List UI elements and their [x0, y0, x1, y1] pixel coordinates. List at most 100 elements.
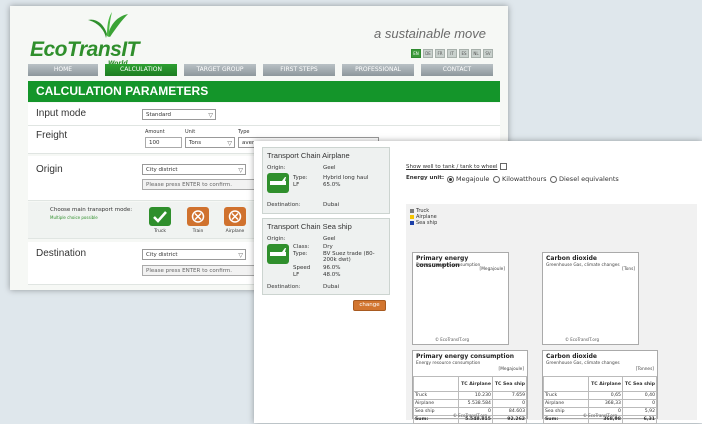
origin-field-value: Geel — [323, 236, 336, 242]
chain-ship-panel: Transport Chain Sea ship Origin: Geel Cl… — [262, 218, 390, 295]
chart-credit: © EcoTransIT.org — [435, 337, 469, 342]
leaf-icon — [88, 12, 128, 38]
table-co2: Carbon dioxide Greenhouse Gas, climate ch… — [542, 350, 658, 424]
nav-calculation[interactable]: CALCULATION — [105, 64, 177, 76]
table-cell: Sea ship — [412, 407, 460, 416]
airplane-mode-button[interactable] — [224, 207, 246, 226]
table-cell: 368,33 — [588, 399, 623, 408]
table-cell: 5.538.584 — [458, 399, 493, 408]
table-cell: Airplane — [542, 399, 590, 408]
energy-unit-kwh[interactable]: Kilowatthours — [493, 175, 547, 183]
results-area: TruckAirplaneSea ship 600000050000004000… — [406, 204, 697, 424]
chart-title: Carbon dioxide — [546, 255, 597, 262]
table-cell: 0,40 — [621, 391, 658, 400]
energy-unit-diesel[interactable]: Diesel equivalents — [550, 175, 619, 183]
train-mode-label: Train — [192, 229, 204, 234]
chart-subtitle: Energy resource consumption — [416, 263, 481, 268]
table-energy: Primary energy consumption Energy resourc… — [412, 350, 528, 424]
results-window: Transport Chain Airplane Origin: Geel Ty… — [254, 141, 702, 424]
chain-ship-title: Transport Chain Sea ship — [267, 222, 352, 231]
language-selector: EN DE FR IT ES NL SV — [411, 49, 493, 58]
table-subtitle: Greenhouse Gas, climate changes — [546, 361, 620, 366]
language-it[interactable]: IT — [447, 49, 457, 58]
table-header-row: TC Airplane TC Sea ship — [412, 376, 528, 392]
chart-subtitle: Greenhouse Gas, climate changes — [546, 263, 620, 268]
origin-select[interactable]: City district — [142, 164, 246, 176]
energy-unit-megajoule[interactable]: Megajoule — [447, 175, 489, 183]
cross-icon — [191, 210, 205, 223]
table-cell: 92.262 — [491, 415, 528, 424]
radio-off-icon — [550, 175, 557, 183]
table-row: Airplane 368,33 0 — [542, 399, 658, 408]
amount-input[interactable]: 100 — [145, 137, 182, 148]
lf-field-value: 48.0% — [323, 272, 341, 278]
input-mode-row: Input mode Standard — [28, 103, 500, 126]
table-subtitle: Energy resource consumption — [416, 361, 481, 366]
chain-airplane-title: Transport Chain Airplane — [267, 151, 350, 160]
amount-label: Amount — [145, 129, 165, 135]
origin-label: Origin — [36, 164, 63, 175]
type-field-value: BV Suez trade (80-200k dwt) — [323, 251, 375, 263]
table-title: Carbon dioxide — [546, 353, 597, 360]
cross-icon — [228, 210, 242, 223]
table-title: Primary energy consumption — [416, 353, 514, 360]
table-header-cell: TC Sea ship — [491, 376, 528, 392]
wtw-toggle[interactable]: Show well to tank / tank to wheel — [406, 163, 507, 170]
destination-field-label: Destination: — [267, 284, 301, 290]
table-header-cell: TC Sea ship — [621, 376, 658, 392]
chart-credit: © EcoTransIT.org — [565, 337, 599, 342]
unit-select[interactable]: Tons — [185, 137, 235, 149]
language-sv[interactable]: SV — [483, 49, 493, 58]
lf-field-label: LF — [293, 272, 300, 278]
change-button[interactable]: change — [353, 300, 386, 311]
nav-professional[interactable]: PROFESSIONAL — [342, 64, 414, 76]
language-fr[interactable]: FR — [435, 49, 445, 58]
page-title: CALCULATION PARAMETERS — [28, 81, 500, 102]
type-label: Type — [238, 129, 250, 135]
lf-field-label: LF — [293, 182, 300, 188]
table-cell: 0 — [491, 399, 528, 408]
language-es[interactable]: ES — [459, 49, 469, 58]
destination-field-label: Destination: — [267, 202, 301, 208]
table-unit: [Tonnes] — [635, 367, 654, 372]
choose-mode-label: Choose main transport mode: — [50, 207, 133, 213]
results-panel: Show well to tank / tank to wheel Energy… — [403, 154, 699, 424]
airplane-chain-icon — [267, 173, 289, 193]
chart-unit: [Megajoule] — [479, 267, 505, 272]
table-cell: 6,31 — [621, 415, 658, 424]
freight-label: Freight — [36, 130, 68, 141]
class-field-value: Dry — [323, 244, 333, 250]
nav-first-steps[interactable]: FIRST STEPS — [263, 64, 335, 76]
table-header-cell — [542, 376, 590, 392]
language-en[interactable]: EN — [411, 49, 421, 58]
type-field-value: Hybrid long haul — [323, 175, 369, 181]
airplane-mode-label: Airplane — [225, 229, 245, 234]
language-de[interactable]: DE — [423, 49, 433, 58]
table-cell: 0,65 — [588, 391, 623, 400]
input-mode-select[interactable]: Standard — [142, 109, 216, 121]
unit-label: Unit — [185, 129, 196, 135]
class-field-label: Class: — [293, 244, 310, 250]
nav-target-group[interactable]: TARGET GROUP — [184, 64, 256, 76]
train-mode-button[interactable] — [187, 207, 209, 226]
table-cell: Truck — [412, 391, 460, 400]
slogan: a sustainable move — [374, 26, 487, 41]
nav-contact[interactable]: CONTACT — [421, 64, 493, 76]
radio-off-icon — [493, 175, 500, 183]
origin-field-label: Origin: — [267, 236, 286, 242]
destination-label: Destination — [36, 248, 87, 259]
ship-chain-icon — [267, 244, 289, 264]
wtw-checkbox[interactable] — [499, 163, 507, 170]
table-cell: Sea ship — [542, 407, 590, 416]
lf-field-value: 65.0% — [323, 182, 341, 188]
destination-select[interactable]: City district — [142, 249, 246, 261]
origin-field-value: Geel — [323, 165, 336, 171]
nav-home[interactable]: HOME — [28, 64, 98, 76]
table-row: Truck 0,65 0,40 — [542, 391, 658, 400]
multiple-choice-hint: Multiple choice possible — [50, 215, 98, 220]
language-nl[interactable]: NL — [471, 49, 481, 58]
truck-mode-button[interactable] — [149, 207, 171, 226]
destination-field-value: Dubai — [323, 202, 340, 208]
table-header-row: TC Airplane TC Sea ship — [542, 376, 658, 392]
type-field-label: Type: — [293, 251, 308, 257]
